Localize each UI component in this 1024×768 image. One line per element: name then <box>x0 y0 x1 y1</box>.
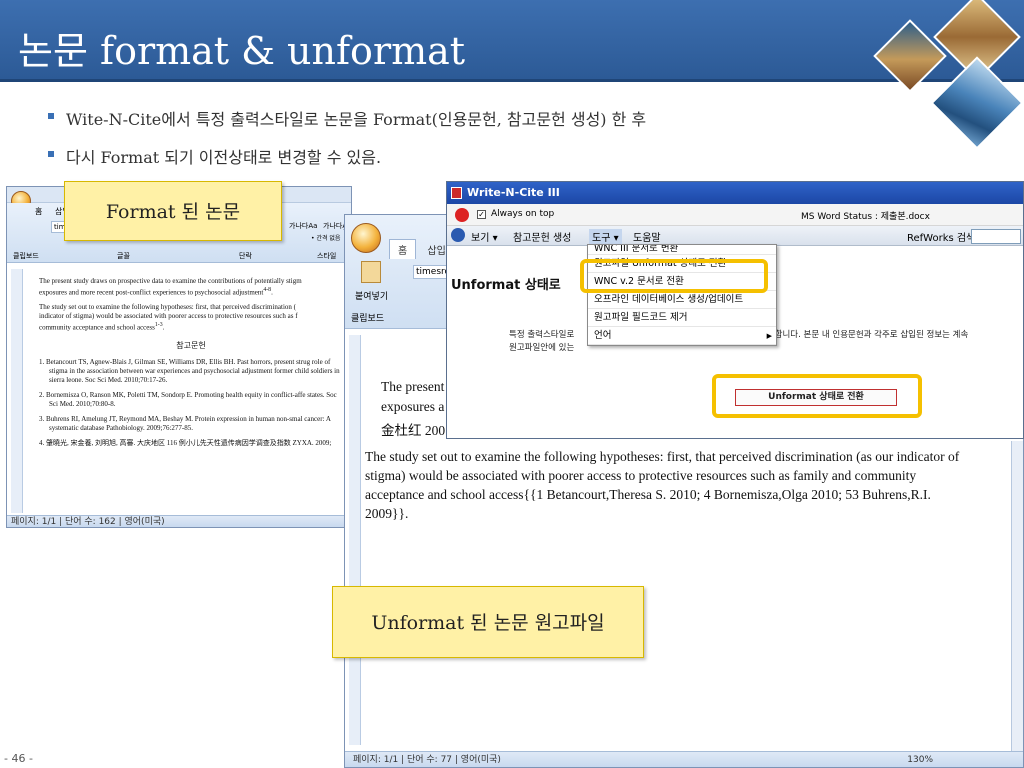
always-on-top-checkbox[interactable]: ✓ <box>477 210 486 219</box>
ms-word-status: MS Word Status : 제출본.docx <box>801 212 930 222</box>
group-paragraph: 단락 <box>239 252 252 260</box>
vertical-ruler <box>349 335 361 745</box>
zoom-level[interactable]: 130% <box>907 752 933 767</box>
page-number: - 46 - <box>4 752 33 765</box>
always-on-top-label: Always on top <box>491 209 555 219</box>
slide-title: 논문 format & unformat <box>18 29 466 73</box>
group-styles: 스타일 <box>317 252 337 260</box>
status-bar: 페이지: 1/1 | 단어 수: 162 | 영어(미국) <box>7 515 351 527</box>
menu-item-offline-db[interactable]: 오프라인 데이터베이스 생성/업데이트 <box>588 291 776 309</box>
menu-item-remove-field-codes[interactable]: 원고파일 필드코드 제거 <box>588 309 776 327</box>
unformatted-paragraph: The study set out to examine the followi… <box>365 449 960 521</box>
menu-create-bibliography[interactable]: 참고문헌 생성 <box>513 229 571 244</box>
app-icon <box>451 187 462 199</box>
wnc-menu-bar: 보기 ▾ 참고문헌 생성 도구 ▾ 도움말 RefWorks 검색 <box>447 226 1023 246</box>
bullet-item: Wite-N-Cite에서 특정 출력스타일로 논문을 Format(인용문헌,… <box>48 106 646 144</box>
status-language: 영어(미국) <box>460 755 501 765</box>
unformat-heading: Unformat 상태로 <box>451 278 561 293</box>
refworks-search-input[interactable] <box>971 229 1021 244</box>
wnc-top-row: ✓ Always on top MS Word Status : 제출본.doc… <box>447 204 1023 226</box>
menu-item-wnc3[interactable]: WNC III 문서로 변환 <box>588 245 776 255</box>
group-clipboard: 클립보드 <box>13 252 39 260</box>
back-icon[interactable] <box>451 228 465 242</box>
refworks-search-label: RefWorks 검색 <box>907 233 976 244</box>
paragraph-2: The study set out to examine the followi… <box>39 303 298 332</box>
reference-item: 2. Bornemisza O, Ranson MK, Poletti TM, … <box>39 390 337 408</box>
ribbon-tabs: 홈 삽입 <box>389 239 454 259</box>
text-fragment: 金杜红 200 <box>381 423 446 438</box>
highlight-unformat-button <box>712 374 922 418</box>
unformat-description: 특정 출력스타일로 전환합니다. 본문 내 인용문헌과 각주로 삽입된 정보는 계… <box>509 330 969 353</box>
paragraph-1: The present study draws on prospective d… <box>39 277 302 297</box>
menu-item-language[interactable]: 언어 ▶ <box>588 327 776 345</box>
vertical-ruler <box>11 269 23 513</box>
document-page: The present study draws on prospective d… <box>29 269 351 505</box>
reference-item: 3. Buhrens RI, Amelung JT, Reymond MA, B… <box>39 414 331 432</box>
callout-unformatted: Unformat 된 논문 원고파일 <box>332 586 644 658</box>
wnc-title: Write-N-Cite III <box>467 186 560 199</box>
callout-formatted: Format 된 논문 <box>64 181 282 241</box>
vertical-scrollbar[interactable] <box>1011 441 1023 751</box>
slide-title-bar: 논문 format & unformat <box>0 0 1024 150</box>
reference-item: 4. 肇曉光, 宋金養, 刘明旭, 高審. 大庆地区 116 例小儿先天性遗传病… <box>39 438 332 447</box>
paste-icon[interactable] <box>361 261 381 283</box>
style-label: • 간격 없음 <box>311 235 341 242</box>
bullet-list: Wite-N-Cite에서 특정 출력스타일로 논문을 Format(인용문헌,… <box>48 106 646 182</box>
menu-help[interactable]: 도움말 <box>633 229 661 244</box>
paste-button[interactable]: 붙여넣기 <box>355 289 388 302</box>
reference-item: 1. Betancourt TS, Agnew-Blais J, Gilman … <box>39 357 340 384</box>
references-heading: 참고문헌 <box>176 340 206 350</box>
text-fragment: The present <box>381 379 445 394</box>
style-normal[interactable]: 가나다Aa <box>289 221 317 231</box>
office-button[interactable] <box>351 223 381 253</box>
tab-home[interactable]: 홈 <box>389 239 417 259</box>
group-clipboard: 클립보드 <box>351 314 385 324</box>
stop-icon[interactable] <box>455 208 469 222</box>
status-page: 페이지: 1/1 <box>353 755 399 765</box>
group-font: 글꼴 <box>117 252 130 260</box>
menu-view[interactable]: 보기 ▾ <box>471 229 498 244</box>
bullet-item: 다시 Format 되기 이전상태로 변경할 수 있음. <box>48 144 646 182</box>
decorative-image-1 <box>873 19 947 93</box>
menu-tools[interactable]: 도구 ▾ <box>589 229 622 244</box>
tab-home[interactable]: 홈 <box>35 206 42 217</box>
highlight-menu-item <box>580 259 768 293</box>
text-fragment: exposures a <box>381 399 445 414</box>
status-words: 단어 수: 77 <box>406 755 453 765</box>
submenu-arrow-icon: ▶ <box>766 332 772 340</box>
wnc-title-bar: Write-N-Cite III <box>447 182 1023 204</box>
status-bar: 페이지: 1/1 | 단어 수: 77 | 영어(미국) 130% <box>345 751 1023 767</box>
decorative-image-3 <box>930 56 1024 150</box>
